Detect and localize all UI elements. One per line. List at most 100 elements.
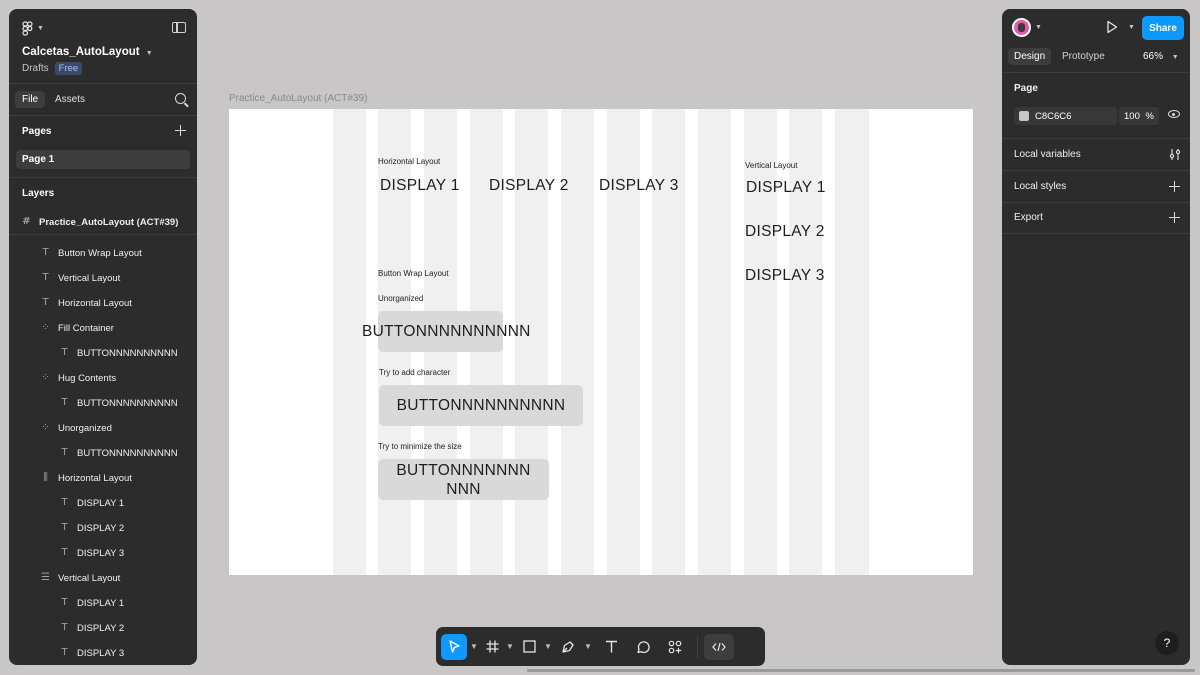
tab-assets[interactable]: Assets: [48, 91, 92, 108]
local-styles-row[interactable]: Local styles: [1014, 181, 1066, 192]
layer-item[interactable]: T DISPLAY 1: [60, 596, 124, 610]
share-button[interactable]: Share: [1142, 16, 1184, 40]
avatar[interactable]: [1012, 18, 1031, 37]
chevron-down-icon[interactable]: ▼: [581, 642, 595, 651]
eye-icon[interactable]: [1168, 110, 1180, 118]
vertical-display-2[interactable]: DISPLAY 2: [745, 223, 825, 241]
pages-title: Pages: [22, 126, 52, 137]
vertical-display-1[interactable]: DISPLAY 1: [746, 179, 826, 197]
layer-label: DISPLAY 2: [77, 622, 125, 634]
move-tool-button[interactable]: [441, 633, 467, 660]
pen-tool-button[interactable]: [555, 634, 581, 660]
tab-prototype[interactable]: Prototype: [1056, 48, 1111, 65]
page-color-field[interactable]: C8C6C6: [1014, 107, 1117, 125]
layer-item[interactable]: T DISPLAY 2: [60, 621, 124, 635]
drafts-label[interactable]: Drafts: [22, 63, 49, 74]
chevron-down-icon[interactable]: ▼: [503, 642, 517, 651]
page-opacity-field[interactable]: 100 %: [1119, 107, 1159, 125]
layer-item[interactable]: T DISPLAY 3: [60, 646, 124, 660]
layer-item[interactable]: T DISPLAY 3: [60, 546, 124, 560]
zoom-level: 66%: [1143, 51, 1164, 62]
frame-label[interactable]: Practice_AutoLayout (ACT#39): [229, 93, 367, 104]
text-icon: T: [61, 497, 68, 508]
text-icon: T: [42, 272, 49, 283]
code-icon: [712, 642, 726, 651]
text-icon: T: [61, 622, 68, 633]
zoom-control[interactable]: 66% ▼: [1143, 51, 1179, 62]
layer-label: Horizontal Layout: [58, 472, 132, 484]
search-icon[interactable]: [175, 93, 186, 104]
add-character-label[interactable]: Try to add character: [379, 368, 450, 377]
horizontal-display-3[interactable]: DISPLAY 3: [599, 177, 679, 195]
local-variables-row[interactable]: Local variables: [1014, 149, 1081, 160]
unorganized-label[interactable]: Unorganized: [378, 294, 423, 303]
horizontal-display-2[interactable]: DISPLAY 2: [489, 177, 569, 195]
layer-item[interactable]: ⁘ Hug Contents: [41, 371, 116, 385]
horizontal-scrollbar[interactable]: [527, 669, 1195, 672]
tab-design[interactable]: Design: [1008, 48, 1052, 65]
text-icon: T: [42, 247, 49, 258]
layer-item[interactable]: ☰ Vertical Layout: [41, 571, 120, 585]
layer-root-frame[interactable]: # Practice_AutoLayout (ACT#39): [22, 215, 178, 229]
add-page-icon[interactable]: [175, 125, 186, 136]
layer-item[interactable]: T DISPLAY 1: [60, 496, 124, 510]
layer-item[interactable]: T Vertical Layout: [41, 271, 120, 285]
layer-label: Horizontal Layout: [58, 297, 132, 309]
help-button[interactable]: ?: [1155, 631, 1179, 655]
color-swatch[interactable]: [1019, 111, 1029, 121]
layer-item[interactable]: T DISPLAY 2: [60, 521, 124, 535]
divider: [1002, 138, 1190, 139]
tab-file[interactable]: File: [15, 91, 46, 108]
horizontal-layout-label[interactable]: Horizontal Layout: [378, 157, 440, 166]
horizontal-display-1[interactable]: DISPLAY 1: [380, 177, 460, 195]
vertical-layout-label[interactable]: Vertical Layout: [745, 161, 797, 170]
dev-mode-toggle[interactable]: [704, 633, 734, 660]
layer-item[interactable]: ⁘ Fill Container: [41, 321, 114, 335]
text-tool-button[interactable]: [595, 634, 627, 660]
button-wrap-layout-label[interactable]: Button Wrap Layout: [378, 269, 449, 278]
present-button[interactable]: [1106, 20, 1118, 39]
rectangle-icon: [522, 640, 536, 653]
chevron-down-icon[interactable]: ▼: [541, 642, 555, 651]
chevron-down-icon[interactable]: ▼: [1128, 24, 1135, 31]
layer-label: Practice_AutoLayout (ACT#39): [39, 216, 179, 228]
divider: [1002, 72, 1190, 73]
layer-item[interactable]: T Horizontal Layout: [41, 296, 132, 310]
add-export-icon[interactable]: [1169, 212, 1180, 223]
sidebar-toggle-icon[interactable]: [172, 22, 186, 33]
divider: [1002, 170, 1190, 171]
add-style-icon[interactable]: [1169, 181, 1180, 192]
layer-label: Vertical Layout: [58, 272, 121, 284]
main-menu-button[interactable]: ▼: [22, 21, 44, 36]
text-icon: T: [61, 597, 68, 608]
layer-item[interactable]: T Button Wrap Layout: [41, 246, 141, 260]
button-label: BUTTONNNNNNNNNN: [396, 397, 566, 414]
layer-item[interactable]: T BUTTONNNNNNNNNN: [60, 346, 177, 360]
page-item-page-1[interactable]: Page 1: [16, 150, 190, 169]
comment-tool-button[interactable]: [627, 634, 659, 660]
layer-item[interactable]: ⫼ Horizontal Layout: [41, 471, 132, 485]
shape-tool-button[interactable]: [517, 634, 541, 660]
frame-icon: #: [22, 216, 31, 227]
text-icon: T: [61, 547, 68, 558]
chevron-down-icon[interactable]: ▼: [467, 642, 481, 651]
variables-icon[interactable]: [1169, 148, 1181, 161]
unorganized-button[interactable]: BUTTONNNNNNNNNN: [362, 311, 530, 352]
frame-tool-button[interactable]: [481, 634, 503, 660]
layer-item[interactable]: T BUTTONNNNNNNNNN: [60, 446, 177, 460]
layer-item[interactable]: T BUTTONNNNNNNNNN: [60, 396, 177, 410]
file-title[interactable]: Calcetas_AutoLayout ▼: [22, 46, 153, 58]
vertical-display-3[interactable]: DISPLAY 3: [745, 267, 825, 285]
actions-tool-button[interactable]: [659, 634, 691, 660]
practice-frame[interactable]: Horizontal Layout DISPLAY 1 DISPLAY 2 DI…: [229, 109, 973, 575]
layer-item[interactable]: ⁘ Unorganized: [41, 421, 112, 435]
vertical-autolayout-icon: ☰: [41, 572, 50, 583]
minimize-size-label[interactable]: Try to minimize the size: [378, 442, 462, 451]
chevron-down-icon[interactable]: ▼: [1035, 24, 1042, 31]
frame-icon: [486, 640, 498, 653]
fill-container-button[interactable]: BUTTONNNNNNN NNN: [378, 459, 549, 500]
export-row[interactable]: Export: [1014, 212, 1043, 223]
plan-badge[interactable]: Free: [54, 62, 83, 75]
hug-contents-button[interactable]: BUTTONNNNNNNNNN: [379, 385, 583, 426]
opacity-value: 100: [1124, 110, 1140, 122]
